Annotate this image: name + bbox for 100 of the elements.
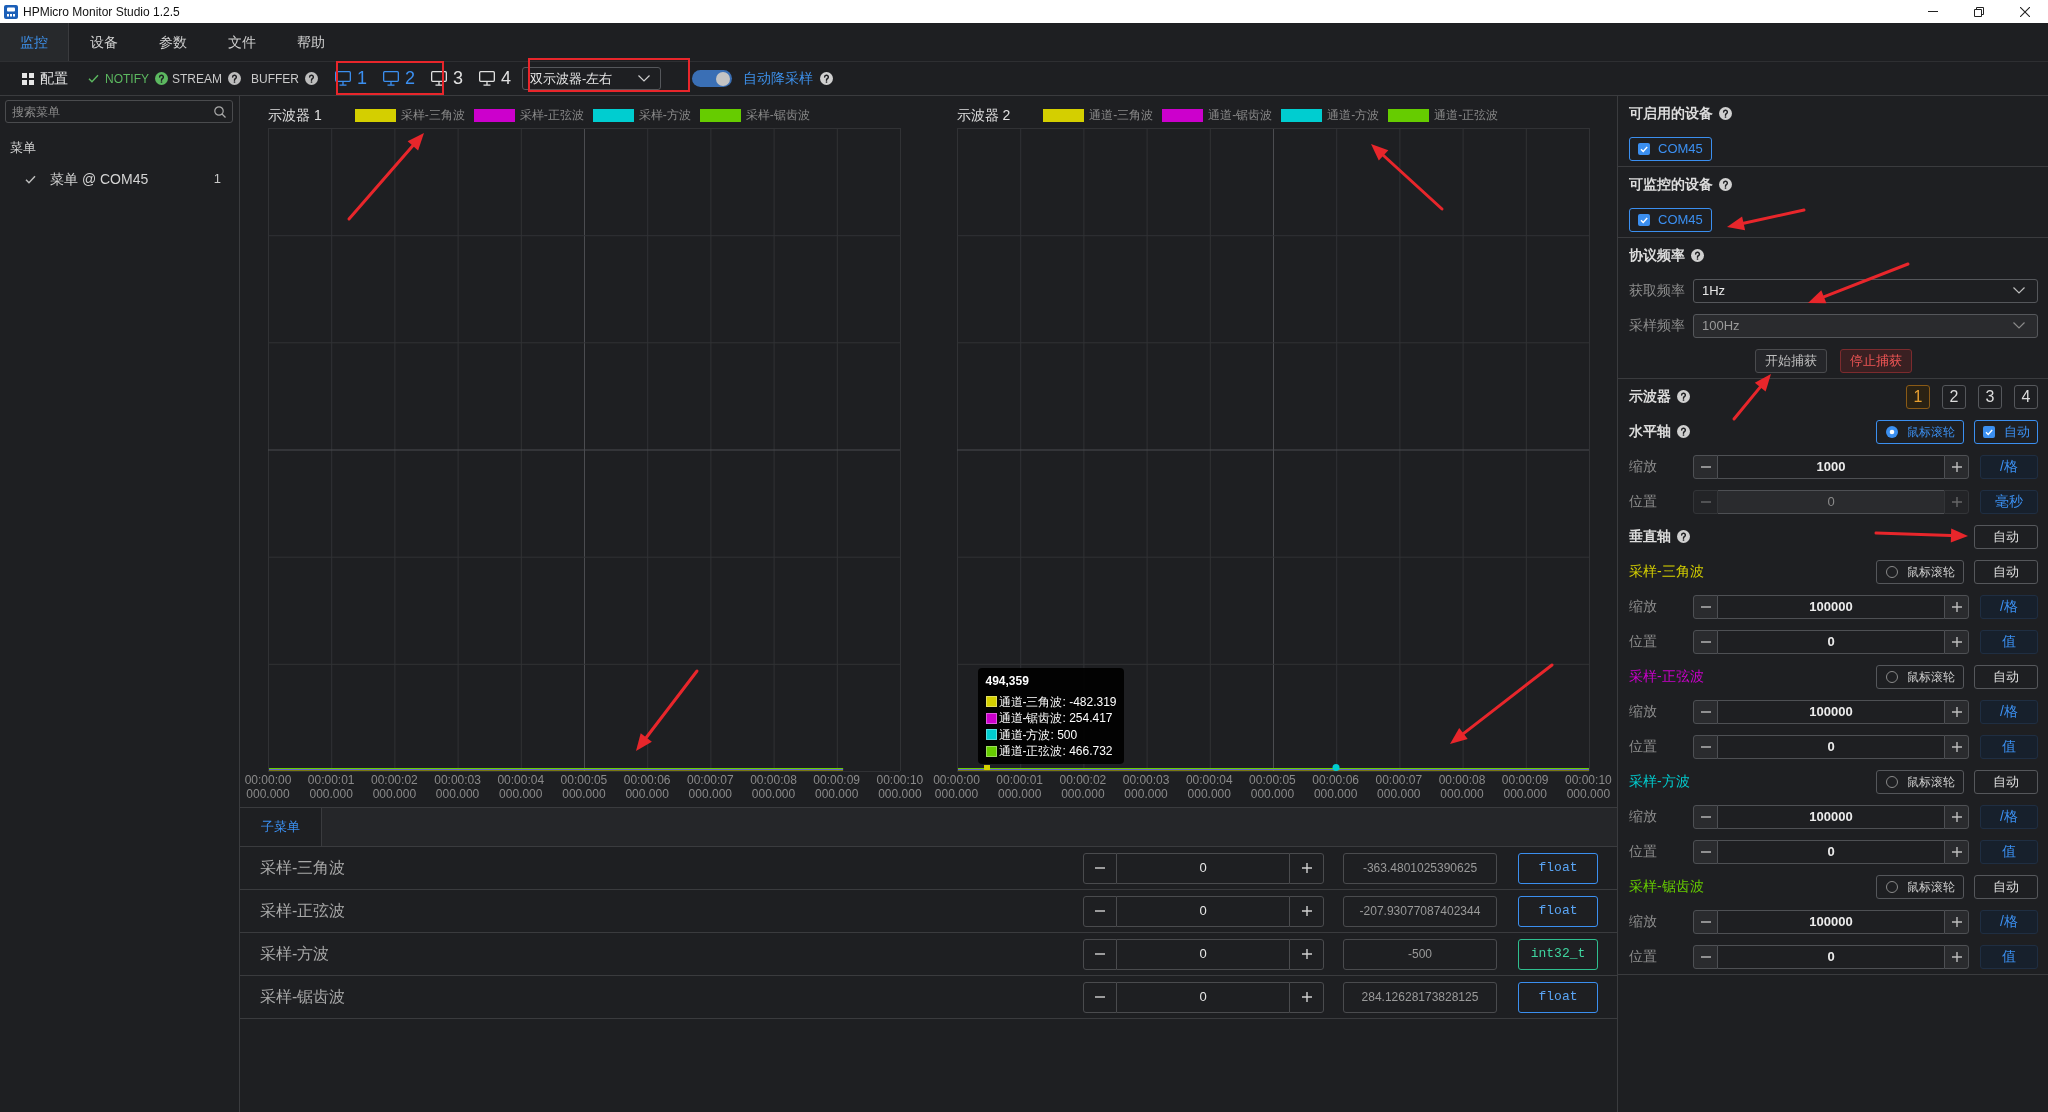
number-field[interactable]: 0 bbox=[1117, 938, 1289, 970]
toggle-switch[interactable] bbox=[692, 70, 732, 87]
menu-tab[interactable]: 设备 bbox=[69, 23, 138, 61]
capture-button[interactable]: 停止捕获 bbox=[1840, 348, 1912, 373]
help-icon[interactable] bbox=[1677, 390, 1690, 403]
number-field[interactable]: 1000 bbox=[1718, 454, 1944, 479]
increment-button[interactable] bbox=[1944, 804, 1969, 829]
wheel-mode-button[interactable]: 鼠标滚轮 bbox=[1876, 664, 1964, 689]
help-icon[interactable] bbox=[305, 72, 318, 85]
unit-button[interactable]: /格 bbox=[1980, 594, 2038, 619]
checkbox[interactable] bbox=[1638, 213, 1650, 226]
increment-button[interactable] bbox=[1289, 938, 1324, 970]
scope-option[interactable]: 3 bbox=[1978, 384, 2002, 409]
increment-button[interactable] bbox=[1944, 629, 1969, 654]
help-icon[interactable] bbox=[1719, 107, 1732, 120]
number-field[interactable]: 0 bbox=[1718, 629, 1944, 654]
unit-button[interactable]: /格 bbox=[1980, 454, 2038, 479]
frequency-select[interactable]: 1Hz bbox=[1693, 278, 2038, 303]
auto-toggle[interactable]: 自动 bbox=[1974, 419, 2038, 444]
device-toggle[interactable]: COM45 bbox=[1629, 136, 1712, 161]
number-field[interactable]: 100000 bbox=[1718, 594, 1944, 619]
number-field[interactable]: 0 bbox=[1718, 839, 1944, 864]
increment-button[interactable] bbox=[1944, 594, 1969, 619]
unit-button[interactable]: 值 bbox=[1980, 944, 2038, 969]
auto-button[interactable]: 自动 bbox=[1974, 559, 2038, 584]
increment-button[interactable] bbox=[1289, 852, 1324, 884]
menu-tab[interactable]: 参数 bbox=[138, 23, 207, 61]
increment-button[interactable] bbox=[1944, 839, 1969, 864]
help-icon[interactable] bbox=[155, 72, 168, 85]
unit-button[interactable]: 值 bbox=[1980, 734, 2038, 759]
radio-button[interactable] bbox=[1886, 425, 1898, 438]
scope-option[interactable]: 1 bbox=[1906, 384, 1930, 409]
decrement-button[interactable] bbox=[1693, 454, 1718, 479]
increment-button[interactable] bbox=[1944, 909, 1969, 934]
auto-button[interactable]: 自动 bbox=[1974, 769, 2038, 794]
radio-button[interactable] bbox=[1886, 775, 1898, 788]
capture-button[interactable]: 开始捕获 bbox=[1755, 348, 1827, 373]
wheel-mode-button[interactable]: 鼠标滚轮 bbox=[1876, 874, 1964, 899]
help-icon[interactable] bbox=[820, 72, 833, 85]
help-icon[interactable] bbox=[1719, 178, 1732, 191]
decrement-button[interactable] bbox=[1693, 839, 1718, 864]
layout-select[interactable]: 双示波器-左右 bbox=[522, 67, 661, 90]
scope-toggle[interactable]: 4 bbox=[471, 63, 519, 94]
help-icon[interactable] bbox=[1677, 530, 1690, 543]
decrement-button[interactable] bbox=[1693, 909, 1718, 934]
scope-toggle[interactable]: 3 bbox=[423, 63, 471, 94]
checkbox[interactable] bbox=[1983, 425, 1995, 438]
wheel-mode-button[interactable]: 鼠标滚轮 bbox=[1876, 419, 1964, 444]
decrement-button[interactable] bbox=[1693, 944, 1718, 969]
scope-option[interactable]: 2 bbox=[1942, 384, 1966, 409]
help-icon[interactable] bbox=[1691, 249, 1704, 262]
auto-button[interactable]: 自动 bbox=[1974, 524, 2038, 549]
type-button[interactable]: float bbox=[1518, 981, 1598, 1013]
increment-button[interactable] bbox=[1944, 454, 1969, 479]
scope-toggle[interactable]: 1 bbox=[327, 63, 375, 94]
scope-option[interactable]: 4 bbox=[2014, 384, 2038, 409]
increment-button[interactable] bbox=[1944, 734, 1969, 759]
auto-button[interactable]: 自动 bbox=[1974, 664, 2038, 689]
unit-button[interactable]: 值 bbox=[1980, 839, 2038, 864]
sidebar-item[interactable]: 菜单 @ COM45 bbox=[50, 168, 149, 190]
decrement-button[interactable] bbox=[1693, 699, 1718, 724]
number-field[interactable]: 0 bbox=[1117, 895, 1289, 927]
number-field[interactable]: 0 bbox=[1718, 734, 1944, 759]
decrement-button[interactable] bbox=[1693, 629, 1718, 654]
wheel-mode-button[interactable]: 鼠标滚轮 bbox=[1876, 769, 1964, 794]
help-icon[interactable] bbox=[1677, 425, 1690, 438]
decrement-button[interactable] bbox=[1693, 594, 1718, 619]
menu-tab[interactable]: 文件 bbox=[207, 23, 276, 61]
unit-button[interactable]: /格 bbox=[1980, 909, 2038, 934]
help-icon[interactable] bbox=[228, 72, 241, 85]
radio-button[interactable] bbox=[1886, 670, 1898, 683]
increment-button[interactable] bbox=[1944, 944, 1969, 969]
type-button[interactable]: float bbox=[1518, 852, 1598, 884]
menu-tab[interactable]: 帮助 bbox=[276, 23, 345, 61]
number-field[interactable]: 100000 bbox=[1718, 804, 1944, 829]
number-field[interactable]: 100000 bbox=[1718, 699, 1944, 724]
increment-button[interactable] bbox=[1944, 699, 1969, 724]
scope-toggle[interactable]: 2 bbox=[375, 63, 423, 94]
unit-button[interactable]: 值 bbox=[1980, 629, 2038, 654]
decrement-button[interactable] bbox=[1693, 734, 1718, 759]
unit-button[interactable]: /格 bbox=[1980, 699, 2038, 724]
unit-button[interactable]: /格 bbox=[1980, 804, 2038, 829]
number-field[interactable]: 0 bbox=[1117, 852, 1289, 884]
decrement-button[interactable] bbox=[1693, 804, 1718, 829]
radio-button[interactable] bbox=[1886, 880, 1898, 893]
wheel-mode-button[interactable]: 鼠标滚轮 bbox=[1876, 559, 1964, 584]
radio-button[interactable] bbox=[1886, 565, 1898, 578]
panel-tab[interactable]: 子菜单 bbox=[240, 808, 322, 846]
auto-button[interactable]: 自动 bbox=[1974, 874, 2038, 899]
search-field[interactable]: 搜索菜单 bbox=[5, 100, 233, 123]
config-button[interactable]: 配置 bbox=[22, 68, 68, 89]
type-button[interactable]: int32_t bbox=[1518, 938, 1598, 970]
type-button[interactable]: float bbox=[1518, 895, 1598, 927]
increment-button[interactable] bbox=[1289, 981, 1324, 1013]
number-field[interactable]: 0 bbox=[1117, 981, 1289, 1013]
number-field[interactable]: 0 bbox=[1718, 944, 1944, 969]
device-toggle[interactable]: COM45 bbox=[1629, 207, 1712, 232]
increment-button[interactable] bbox=[1289, 895, 1324, 927]
checkbox[interactable] bbox=[1638, 142, 1650, 155]
number-field[interactable]: 100000 bbox=[1718, 909, 1944, 934]
